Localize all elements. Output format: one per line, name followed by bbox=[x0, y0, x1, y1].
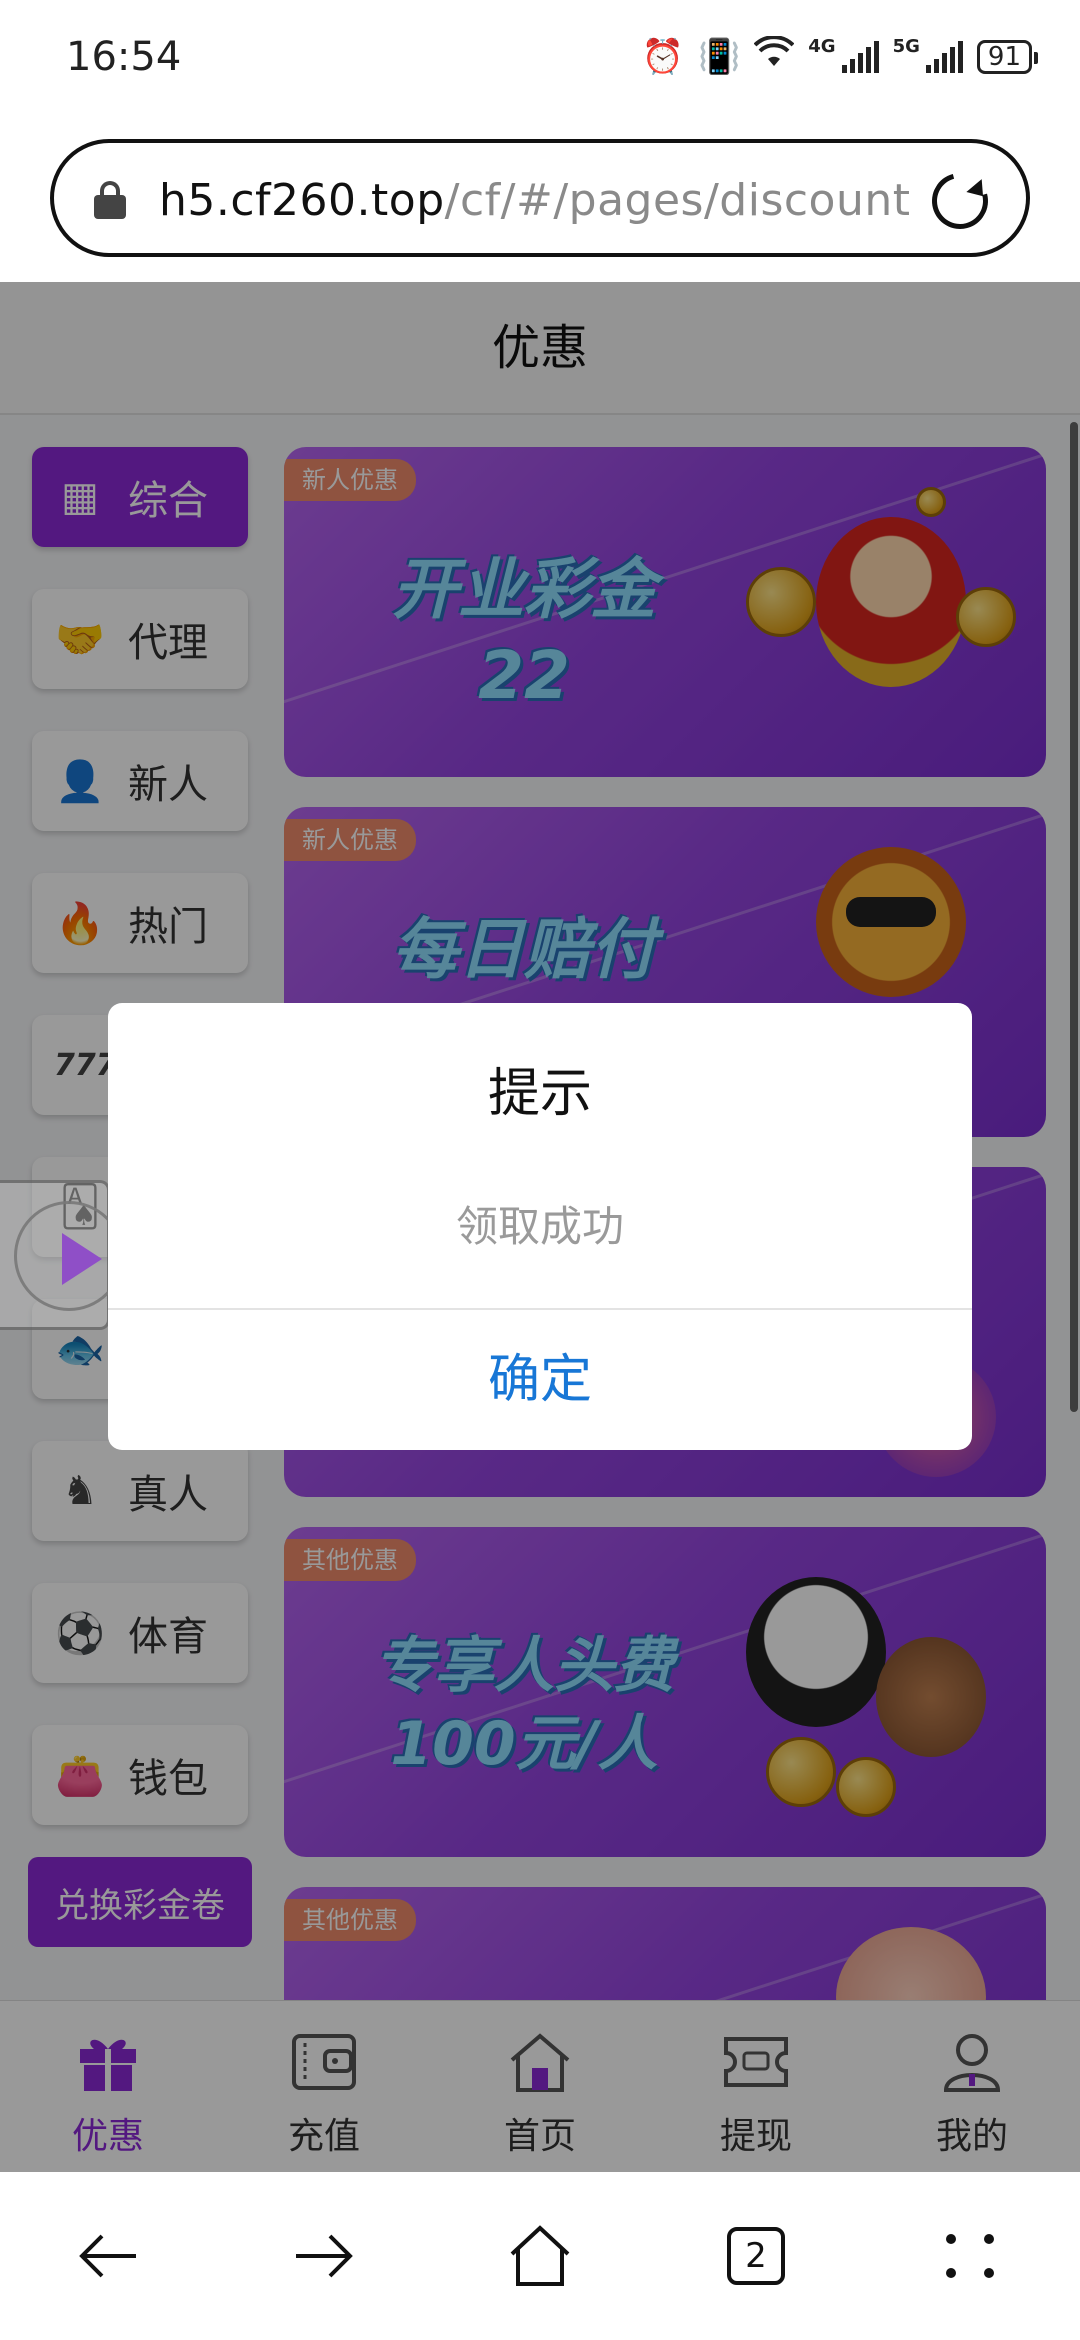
url-domain: h5.cf260.top bbox=[159, 175, 445, 226]
dialog-message: 领取成功 bbox=[455, 1202, 624, 1251]
vibrate-icon: 📳 bbox=[697, 36, 741, 77]
lock-icon bbox=[94, 181, 126, 219]
browser-nav-bar: 2 bbox=[0, 2172, 1080, 2340]
status-icons: ⏰ 📳 4G 5G 91 bbox=[641, 35, 1039, 77]
home-outline-icon bbox=[510, 2225, 570, 2286]
browser-toolbar: h5.cf260.top/cf/#/pages/discount bbox=[0, 125, 1080, 282]
menu-button[interactable] bbox=[917, 2201, 1027, 2311]
dialog-title: 提示 bbox=[487, 1064, 592, 1124]
tabs-button[interactable]: 2 bbox=[701, 2201, 811, 2311]
signal-icon bbox=[841, 40, 879, 73]
status-time: 16:54 bbox=[66, 34, 182, 80]
confirm-button[interactable]: 确定 bbox=[108, 1310, 972, 1450]
network-5g-label: 5G bbox=[892, 36, 920, 57]
url-bar[interactable]: h5.cf260.top/cf/#/pages/discount bbox=[50, 139, 1030, 257]
signal-icon-2 bbox=[925, 40, 963, 73]
floating-play-button[interactable] bbox=[0, 1180, 124, 1330]
status-bar: 16:54 ⏰ 📳 4G 5G 91 bbox=[0, 0, 1080, 125]
battery-indicator: 91 bbox=[976, 39, 1039, 74]
home-button[interactable] bbox=[485, 2201, 595, 2311]
alert-dialog: 提示 领取成功 确定 bbox=[108, 1003, 972, 1450]
url-path: /cf/#/pages/discount bbox=[444, 175, 911, 226]
forward-button[interactable] bbox=[269, 2201, 379, 2311]
alarm-icon: ⏰ bbox=[641, 36, 684, 77]
arrow-right-icon bbox=[296, 2234, 353, 2278]
network-4g-label: 4G bbox=[808, 36, 836, 57]
wifi-icon bbox=[753, 35, 795, 77]
arrow-left-icon bbox=[79, 2234, 136, 2278]
url-text[interactable]: h5.cf260.top/cf/#/pages/discount bbox=[159, 175, 911, 226]
refresh-icon[interactable] bbox=[921, 162, 999, 240]
menu-dots-icon bbox=[946, 2234, 998, 2278]
play-icon bbox=[62, 1233, 102, 1285]
tab-count-icon: 2 bbox=[727, 2227, 785, 2285]
back-button[interactable] bbox=[53, 2201, 163, 2311]
